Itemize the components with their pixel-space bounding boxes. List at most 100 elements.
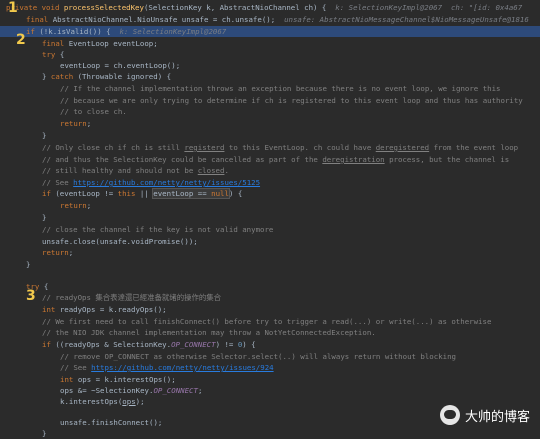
code-text: } <box>42 429 47 438</box>
debug-hint: k: SelectionKeyImpl@2067 ch: "[id: 0x4a6… <box>326 3 523 12</box>
code-text: ; <box>197 386 203 395</box>
debug-hint: unsafe: AbstractNioMessageChannel$NioMes… <box>275 15 529 24</box>
comment: // and thus the SelectionKey could be ca… <box>42 155 323 164</box>
comment-underlined: closed <box>197 166 225 175</box>
code-line[interactable]: final EventLoop eventLoop; <box>0 38 540 49</box>
code-text: } <box>42 213 47 222</box>
code-text: EventLoop eventLoop; <box>68 39 158 48</box>
code-text: } <box>42 131 47 140</box>
code-line[interactable]: } <box>0 428 540 439</box>
code-line[interactable]: // close the channel if the key is not v… <box>0 224 540 235</box>
comment: // readyOps 集合表達還已經准备就绪的操作的集合 <box>42 293 222 302</box>
keyword: int <box>60 375 78 384</box>
wechat-icon <box>439 405 460 425</box>
code-line[interactable]: int ops = k.interestOps(); <box>0 374 540 385</box>
code-line[interactable]: } <box>0 212 540 223</box>
comment-underlined: registerd <box>184 143 225 152</box>
code-line[interactable]: private void processSelectedKey(Selectio… <box>0 2 540 13</box>
issue-link[interactable]: https://github.com/netty/netty/issues/51… <box>73 178 260 187</box>
comment: // the NIO JDK channel implementation ma… <box>42 328 376 337</box>
comment: to this EventLoop. ch could have <box>224 143 376 152</box>
keyword: return <box>60 201 87 210</box>
keyword: int <box>42 305 60 314</box>
code-line[interactable]: return; <box>0 118 540 129</box>
code-line[interactable]: int readyOps = k.readyOps(); <box>0 304 540 315</box>
code-line[interactable]: // If the channel implementation throws … <box>0 83 540 94</box>
code-line[interactable]: // We first need to call finishConnect()… <box>0 316 540 327</box>
method-name: processSelectedKey <box>63 3 144 12</box>
code-text: } <box>42 72 51 81</box>
code-text: unsafe.finishConnect(); <box>60 418 163 427</box>
comment: from the event loop <box>429 143 519 152</box>
code-text: } <box>26 260 31 269</box>
code-text: || <box>139 189 154 198</box>
comment: . <box>224 166 229 175</box>
code-line[interactable]: // remove OP_CONNECT as otherwise Select… <box>0 351 540 362</box>
code-text: (Throwable ignored) { <box>77 72 172 81</box>
code-line[interactable]: // and thus the SelectionKey could be ca… <box>0 154 540 165</box>
code-line[interactable]: } catch (Throwable ignored) { <box>0 71 540 82</box>
code-line[interactable]: // still healthy and should not be close… <box>0 165 540 176</box>
code-text: unsafe.close(unsafe.voidPromise()); <box>42 237 198 246</box>
keyword: final <box>42 39 69 48</box>
code-line[interactable]: return; <box>0 247 540 258</box>
comment: // Only close ch if ch is still <box>42 143 185 152</box>
code-line-highlighted[interactable]: if (!k.isValid()) { k: SelectionKeyImpl@… <box>0 26 540 37</box>
code-text: ); <box>135 397 145 406</box>
keyword: null <box>211 189 229 198</box>
code-line[interactable]: eventLoop = ch.eventLoop(); <box>0 60 540 71</box>
code-line[interactable]: } <box>0 259 540 270</box>
annotation-marker-2: 2 <box>16 32 26 48</box>
comment: // still healthy and should not be <box>42 166 198 175</box>
keyword: return <box>42 248 69 257</box>
constant: OP_CONNECT <box>171 340 216 349</box>
code-line[interactable]: // because we are only trying to determi… <box>0 95 540 106</box>
code-line[interactable]: return; <box>0 200 540 211</box>
watermark: 大帅的博客 <box>439 405 530 425</box>
comment: // See <box>42 178 74 187</box>
code-line[interactable]: // See https://github.com/netty/netty/is… <box>0 362 540 373</box>
code-text: ; <box>68 248 74 257</box>
code-text: ) { <box>228 189 243 198</box>
code-text: (!k.isValid()) { <box>39 27 111 36</box>
keyword: catch <box>50 72 78 81</box>
code-editor[interactable]: private void processSelectedKey(Selectio… <box>0 0 540 438</box>
issue-link[interactable]: https://github.com/netty/netty/issues/92… <box>91 363 273 372</box>
keyword: return <box>60 119 87 128</box>
comment: // close the channel if the key is not v… <box>42 225 274 234</box>
comment: // We first need to call finishConnect()… <box>42 317 492 326</box>
code-line[interactable]: ops &= ~SelectionKey.OP_CONNECT; <box>0 385 540 396</box>
code-line[interactable]: if ((readyOps & SelectionKey.OP_CONNECT)… <box>0 339 540 350</box>
comment: process, but the channel is <box>384 155 510 164</box>
keyword: if <box>42 340 56 349</box>
code-text: k.interestOps( <box>60 397 123 406</box>
code-line[interactable]: try { <box>0 281 540 292</box>
code-line[interactable]: // to close ch. <box>0 106 540 117</box>
code-text: readyOps = k.readyOps(); <box>59 305 167 314</box>
keyword: if <box>26 27 40 36</box>
code-text: (eventLoop != <box>55 189 118 198</box>
code-line[interactable]: try { <box>0 49 540 60</box>
code-text-underlined: ops <box>122 397 136 406</box>
code-text: ((readyOps & SelectionKey. <box>55 340 172 349</box>
keyword: try <box>42 50 60 59</box>
annotation-marker-3: 3 <box>26 288 36 304</box>
watermark-text: 大帅的博客 <box>464 409 530 425</box>
code-text: ops = k.interestOps(); <box>77 375 176 384</box>
comment: // remove OP_CONNECT as otherwise Select… <box>60 352 457 361</box>
code-line[interactable]: unsafe.close(unsafe.voidPromise()); <box>0 236 540 247</box>
code-line[interactable]: if (eventLoop != this || eventLoop == nu… <box>0 188 540 199</box>
code-line[interactable]: // readyOps 集合表達還已經准备就绪的操作的集合 <box>0 292 540 303</box>
comment: // If the channel implementation throws … <box>60 84 501 93</box>
code-line[interactable]: // Only close ch if ch is still register… <box>0 142 540 153</box>
code-text: ops &= ~SelectionKey. <box>60 386 154 395</box>
keyword: final <box>26 15 53 24</box>
code-text: { <box>43 282 49 291</box>
code-line[interactable]: // See https://github.com/netty/netty/is… <box>0 177 540 188</box>
code-text: eventLoop == <box>153 189 212 198</box>
code-line[interactable]: } <box>0 130 540 141</box>
comment-underlined: deregistered <box>375 143 430 152</box>
code-line[interactable]: final AbstractNioChannel.NioUnsafe unsaf… <box>0 14 540 25</box>
code-line[interactable]: // the NIO JDK channel implementation ma… <box>0 327 540 338</box>
code-text: ; <box>86 201 92 210</box>
